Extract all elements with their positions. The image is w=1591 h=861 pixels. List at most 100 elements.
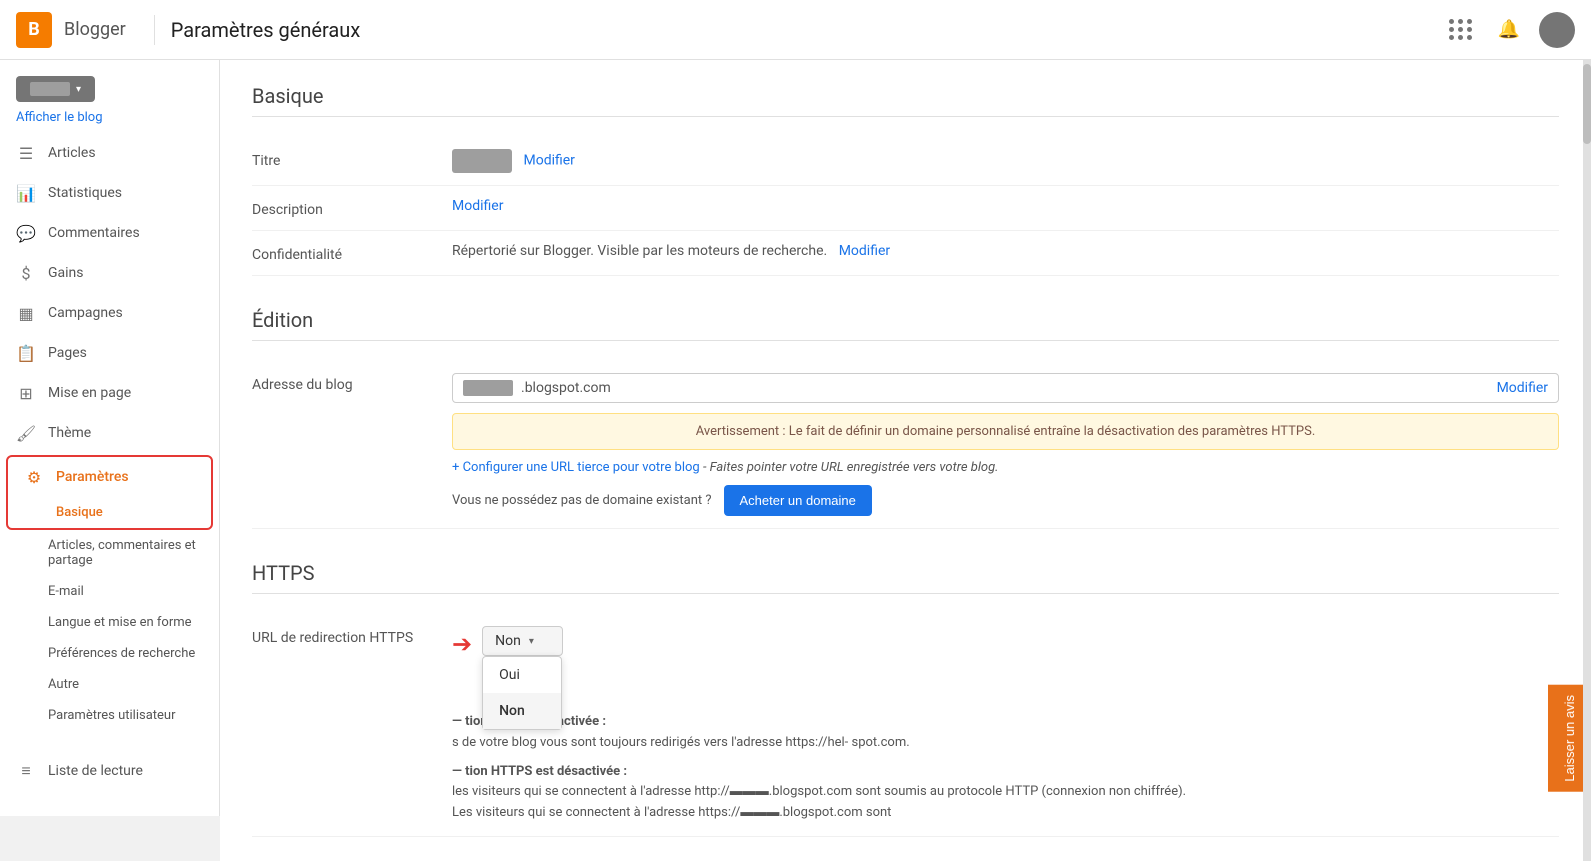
sidebar-item-label: Gains [48,265,84,281]
https-deactivated-text-1: les visiteurs qui se connectent à l'adre… [452,784,1186,799]
sidebar-item-label: Mise en page [48,385,131,401]
sidebar-sub-articles-commentaires[interactable]: Articles, commentaires et partage [0,530,219,576]
scrollbar-thumb[interactable] [1583,64,1591,144]
dropdown-item-oui[interactable]: Oui [483,657,561,693]
blog-select-button[interactable]: ▾ [16,76,95,102]
sidebar-item-label: Liste de lecture [48,763,143,779]
sidebar-item-pages[interactable]: 📋 Pages [0,333,219,373]
sidebar-item-label: Commentaires [48,225,140,241]
main-content: Basique Titre Modifier Description Modif… [220,60,1591,861]
blog-address-prefix [463,380,513,396]
statistiques-icon: 📊 [16,183,36,203]
avatar[interactable] [1539,12,1575,48]
edition-section: Édition Adresse du blog .blogspot.com Mo… [252,308,1559,529]
https-section: HTTPS URL de redirection HTTPS ➔ Non ▾ [252,561,1559,837]
sidebar-item-gains[interactable]: $ Gains [0,253,219,293]
sidebar-item-statistiques[interactable]: 📊 Statistiques [0,173,219,213]
titre-placeholder [452,149,512,173]
basique-title: Basique [252,84,1559,117]
sidebar-item-label: Articles [48,145,96,161]
grid-menu-button[interactable] [1443,12,1479,48]
red-arrow: ➔ [452,630,472,658]
adresse-value: .blogspot.com Modifier Avertissement : L… [452,373,1559,516]
scrollbar-track [1583,60,1591,861]
params-highlight: ⚙ Paramètres Basique [6,455,213,530]
config-url-row: + Configurer une URL tierce pour votre b… [452,460,1559,475]
sidebar-sub-autre[interactable]: Autre [0,669,219,700]
https-redirect-row: URL de redirection HTTPS ➔ Non ▾ [252,614,1559,837]
chevron-down-icon: ▾ [529,636,534,647]
titre-row: Titre Modifier [252,137,1559,186]
sidebar-sub-email[interactable]: E-mail [0,576,219,607]
sidebar-sub-params-utilisateur[interactable]: Paramètres utilisateur [0,700,219,731]
confidentialite-label: Confidentialité [252,243,452,263]
warning-box: Avertissement : Le fait de définir un do… [452,413,1559,450]
campagnes-icon: ▦ [16,303,36,323]
select-with-arrow: ➔ Non ▾ Oui Non [452,626,563,658]
sidebar-sub-langue[interactable]: Langue et mise en forme [0,607,219,638]
sidebar-sub-basique[interactable]: Basique [8,497,211,528]
sidebar-item-articles[interactable]: ☰ Articles [0,133,219,173]
sidebar-item-campagnes[interactable]: ▦ Campagnes [0,293,219,333]
liste-lecture-icon: ≡ [16,761,36,781]
sidebar-item-mise-en-page[interactable]: ⊞ Mise en page [0,373,219,413]
description-value: Modifier [452,198,1559,214]
adresse-label: Adresse du blog [252,373,452,393]
titre-modifier-link[interactable]: Modifier [523,153,574,169]
sidebar-item-commentaires[interactable]: 💬 Commentaires [0,213,219,253]
buy-domain-button[interactable]: Acheter un domaine [724,485,872,516]
sidebar: ▾ Afficher le blog ☰ Articles 📊 Statisti… [0,60,220,816]
edition-title: Édition [252,308,1559,341]
mise-en-page-icon: ⊞ [16,383,36,403]
header-divider [154,15,155,45]
blog-btn-row: ▾ [0,68,219,106]
sidebar-item-parametres[interactable]: ⚙ Paramètres [8,457,211,497]
description-modifier-link[interactable]: Modifier [452,198,503,214]
notifications-button[interactable]: 🔔 [1491,12,1527,48]
https-activated-text: s de votre blog vous sont toujours redir… [452,735,910,750]
confidentialite-value: Répertorié sur Blogger. Visible par les … [452,243,1559,259]
https-deactivated-text-2: Les visiteurs qui se connectent à l'adre… [452,805,891,820]
header-app-name: Blogger [64,19,126,40]
config-url-link[interactable]: + Configurer une URL tierce pour votre b… [452,460,700,475]
https-deactivated-title: — tion HTTPS est désactivée : [452,764,627,779]
sidebar-sub-preferences[interactable]: Préférences de recherche [0,638,219,669]
https-dropdown-menu: Oui Non [482,656,562,730]
pages-icon: 📋 [16,343,36,363]
theme-icon: 🖌 [16,423,36,443]
basique-section: Basique Titre Modifier Description Modif… [252,84,1559,276]
blog-address-domain: .blogspot.com [521,380,1497,396]
layout: ▾ Afficher le blog ☰ Articles 📊 Statisti… [0,60,1591,861]
commentaires-icon: 💬 [16,223,36,243]
confidentialite-modifier-link[interactable]: Modifier [839,243,890,259]
blog-address-modifier-link[interactable]: Modifier [1497,380,1548,396]
config-url-desc: - Faites pointer votre URL enregistrée v… [703,460,999,475]
description-label: Description [252,198,452,218]
confidentialite-row: Confidentialité Répertorié sur Blogger. … [252,231,1559,276]
header: B Blogger Paramètres généraux 🔔 [0,0,1591,60]
blog-address-row: .blogspot.com Modifier [452,373,1559,403]
https-select-button[interactable]: Non ▾ [482,626,563,656]
dropdown-item-non[interactable]: Non [483,693,561,729]
gains-icon: $ [16,263,36,283]
titre-label: Titre [252,149,452,169]
sidebar-item-label: Statistiques [48,185,122,201]
blog-btn-arrow: ▾ [76,84,81,95]
header-icons: 🔔 [1443,12,1575,48]
description-row: Description Modifier [252,186,1559,231]
sidebar-item-liste-lecture[interactable]: ≡ Liste de lecture [0,751,219,791]
parametres-icon: ⚙ [24,467,44,487]
sidebar-item-label: Paramètres [56,469,129,485]
sidebar-item-theme[interactable]: 🖌 Thème [0,413,219,453]
confidentialite-text: Répertorié sur Blogger. Visible par les … [452,243,827,259]
afficher-blog-link[interactable]: Afficher le blog [0,106,219,133]
sidebar-item-label: Campagnes [48,305,123,321]
https-select-value: Non [495,633,521,649]
page-title: Paramètres généraux [171,18,361,42]
blogger-logo: B [16,12,52,48]
articles-icon: ☰ [16,143,36,163]
https-desc-activated: — tion HTTPS est activée : s de votre bl… [452,712,1559,754]
titre-value: Modifier [452,149,1559,173]
grid-icon [1447,17,1475,42]
arrow-row: ➔ Non ▾ Oui Non [452,626,1559,662]
